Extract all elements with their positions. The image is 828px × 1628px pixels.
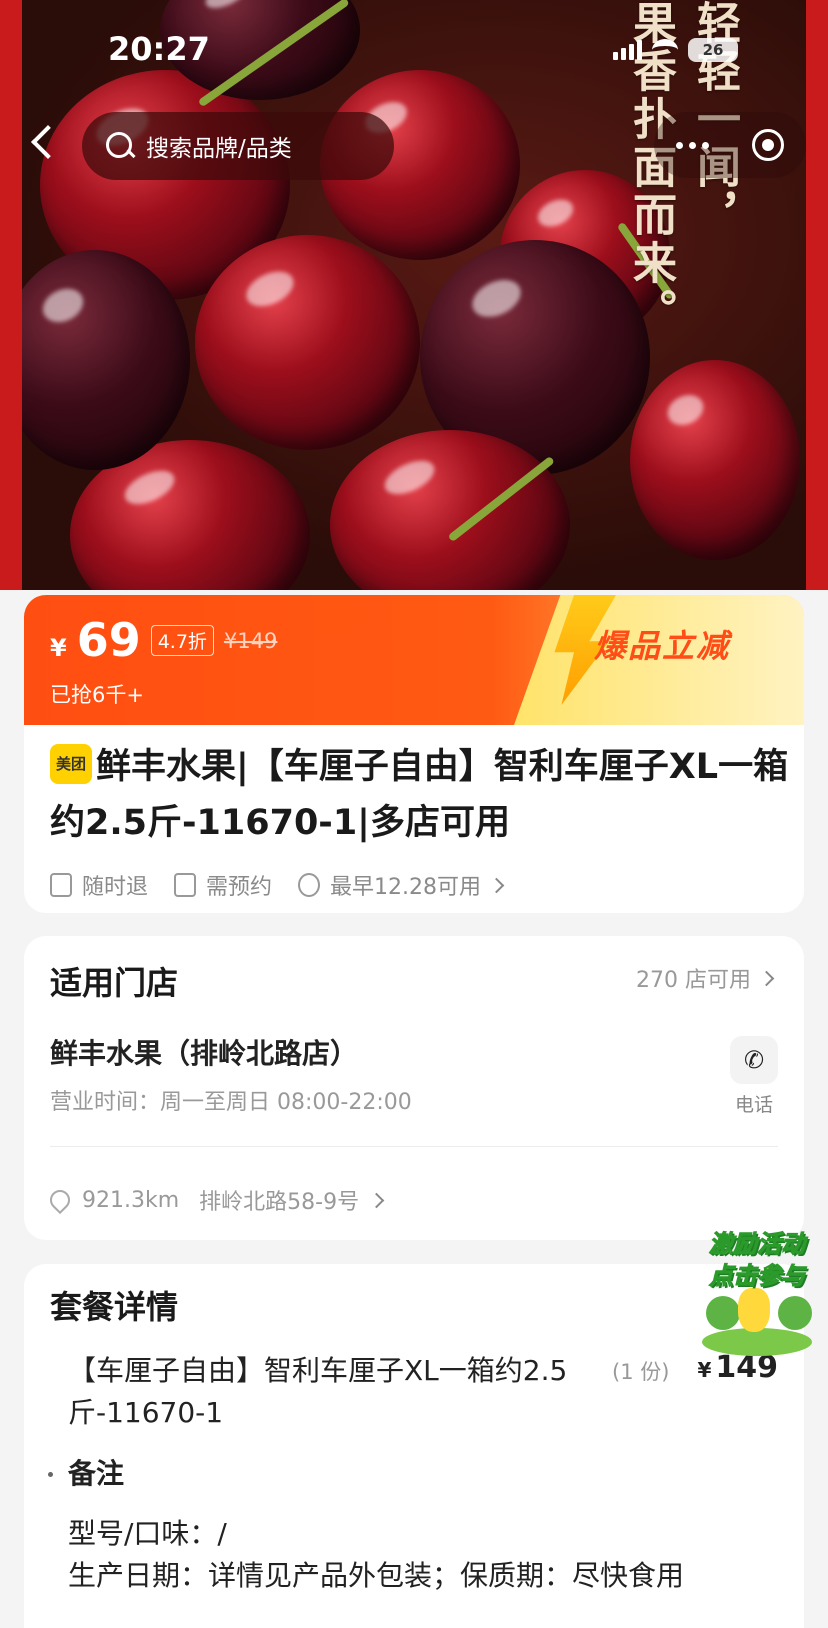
activity-line2: 点击参与 <box>709 1262 806 1291</box>
search-icon <box>104 130 136 162</box>
chevron-right-icon <box>758 970 775 986</box>
store-count-link[interactable]: 270 店可用 <box>636 962 775 994</box>
note-line: 型号/口味：/ <box>68 1517 227 1550</box>
product-title-wrap: 美团 鲜丰水果|【车厘子自由】智利车厘子XL一箱约2.5斤-11670-1|多店可… <box>50 739 790 851</box>
store-address: 排岭北路58-9号 <box>199 1190 360 1215</box>
original-price: ¥149 <box>223 629 278 653</box>
calendar-icon <box>174 873 197 897</box>
chevron-right-icon <box>488 877 505 893</box>
meituan-badge: 美团 <box>50 744 92 784</box>
phone-label: 电话 <box>734 1094 773 1116</box>
mascot-icon <box>738 1288 770 1332</box>
price-banner: 爆品立减 ¥ 69 4.7折 ¥149 已抢6千+ <box>24 595 804 725</box>
product-card: 美团 鲜丰水果|【车厘子自由】智利车厘子XL一箱约2.5斤-11670-1|多店可… <box>24 725 804 913</box>
store-hours: 营业时间：周一至周日 08:00-22:00 <box>50 1090 412 1115</box>
discount-badge: 4.7折 <box>150 625 214 656</box>
store-distance: 921.3km <box>82 1187 180 1213</box>
close-target-icon[interactable] <box>752 129 785 161</box>
check-circle-icon <box>298 873 321 897</box>
service-tags[interactable]: 随时退 需预约 最早12.28可用 <box>50 869 505 901</box>
tag-label: 最早12.28可用 <box>330 875 482 900</box>
phone-button[interactable]: ✆ 电话 <box>730 1036 778 1117</box>
mini-program-capsule <box>654 112 806 178</box>
product-hero-image: 轻轻一闻， 果香扑面而来。 <box>0 0 828 590</box>
note-line: 生产日期：详情见产品外包装；保质期：尽快食用 <box>68 1559 685 1592</box>
package-card: 套餐详情 【车厘子自由】智利车厘子XL一箱约2.5斤-11670-1 (1 份)… <box>24 1264 804 1628</box>
refund-icon <box>50 873 72 897</box>
store-address-link[interactable]: 921.3km 排岭北路58-9号 <box>45 1184 385 1216</box>
promo-label: 爆品立减 <box>594 627 731 665</box>
activity-line1: 激励活动 <box>709 1230 806 1259</box>
currency-symbol: ¥ <box>50 634 67 662</box>
divider <box>50 1146 778 1147</box>
status-icons: 26 <box>613 38 738 62</box>
tag-label: 需预约 <box>206 875 273 900</box>
package-heading: 套餐详情 <box>50 1288 179 1326</box>
battery-icon: 26 <box>688 38 738 62</box>
screen: 轻轻一闻， 果香扑面而来。 20:27 26 搜索品牌/品类 爆品立减 ¥ 69… <box>0 0 828 1628</box>
signal-icon <box>613 40 642 60</box>
tree-icon <box>706 1296 740 1330</box>
sold-count: 已抢6千+ <box>50 683 144 707</box>
wifi-icon <box>652 39 678 61</box>
back-button[interactable] <box>28 124 56 164</box>
status-time: 20:27 <box>108 30 210 68</box>
note-heading: 备注 <box>68 1457 125 1490</box>
tag-label: 随时退 <box>82 875 149 900</box>
store-count: 270 店可用 <box>636 968 751 993</box>
phone-icon: ✆ <box>730 1036 778 1084</box>
location-pin-icon <box>45 1185 75 1215</box>
product-title: 鲜丰水果|【车厘子自由】智利车厘子XL一箱约2.5斤-11670-1|多店可用 <box>50 747 789 843</box>
stores-card: 适用门店 270 店可用 鲜丰水果（排岭北路店） 营业时间：周一至周日 08:0… <box>24 936 804 1240</box>
activity-float-button[interactable]: 激励活动 点击参与 <box>692 1218 822 1358</box>
chevron-right-icon <box>368 1192 385 1208</box>
package-item-name: 【车厘子自由】智利车厘子XL一箱约2.5斤-11670-1 <box>68 1354 568 1429</box>
tree-icon <box>778 1296 812 1330</box>
currency-symbol: ¥ <box>697 1358 712 1382</box>
package-item-qty: (1 份) <box>612 1360 670 1384</box>
search-bar[interactable]: 搜索品牌/品类 <box>82 112 394 180</box>
more-icon[interactable] <box>675 141 709 149</box>
store-name[interactable]: 鲜丰水果（排岭北路店） <box>50 1032 358 1072</box>
stores-heading: 适用门店 <box>50 964 179 1002</box>
search-placeholder: 搜索品牌/品类 <box>146 136 292 162</box>
bullet-dot <box>48 1472 53 1477</box>
current-price: 69 <box>76 613 141 667</box>
